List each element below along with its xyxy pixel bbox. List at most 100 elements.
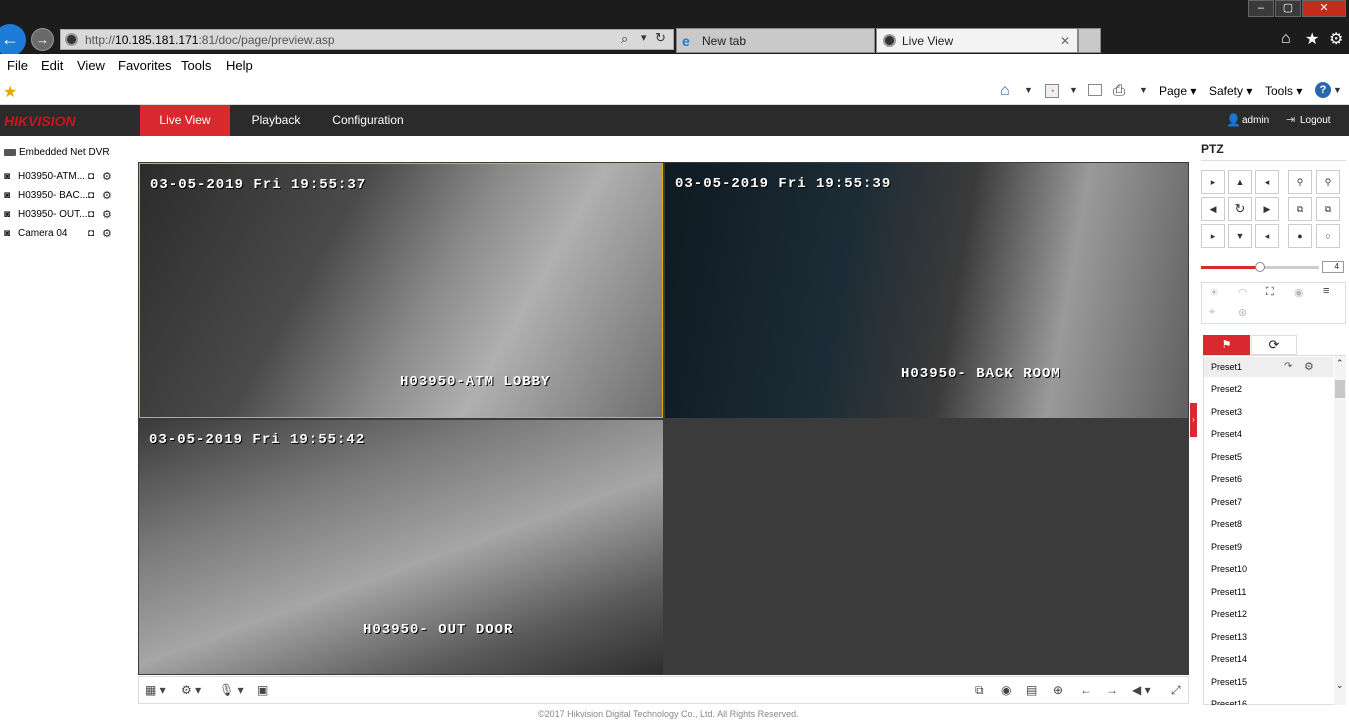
menu-view[interactable]: View (77, 58, 105, 73)
preset-item[interactable]: Preset8 (1211, 519, 1242, 529)
focus-3d-icon[interactable]: ⛶ (1266, 286, 1274, 299)
scroll-thumb[interactable] (1335, 380, 1345, 398)
capture-icon[interactable]: ◉ (1001, 683, 1011, 697)
stop-all-icon[interactable]: ⧉ (975, 683, 984, 698)
record-icon[interactable]: ◘ (88, 209, 94, 220)
menu-favorites[interactable]: Favorites (118, 58, 171, 73)
dropdown-icon[interactable]: ▾ (641, 31, 647, 44)
record-icon[interactable]: ◘ (88, 190, 94, 201)
camera-item[interactable]: H03950-ATM... (18, 171, 85, 182)
preset-item[interactable]: Preset7 (1211, 497, 1242, 507)
menu-help[interactable]: Help (226, 58, 253, 73)
zoom-icon[interactable]: ⊕ (1053, 683, 1063, 697)
ptz-icon[interactable]: ⚙ (102, 227, 112, 240)
next-page-icon[interactable]: → (1106, 683, 1118, 697)
favorites-star-icon[interactable]: ★ (3, 82, 17, 102)
ptz-speed-track[interactable] (1201, 262, 1319, 272)
dropdown-icon[interactable]: ▼ (1139, 85, 1148, 95)
ptz-left[interactable]: ◀ (1201, 197, 1225, 221)
print-icon[interactable]: ⎙ (1113, 82, 1125, 99)
tab-live-view[interactable]: Live View ✕ (876, 28, 1078, 53)
goto-preset-icon[interactable]: ↷ (1284, 361, 1292, 372)
preset-item[interactable]: Preset14 (1211, 654, 1247, 664)
lens-init-icon[interactable]: ◉ (1294, 286, 1304, 299)
fullscreen-icon[interactable]: ⤢ (1171, 683, 1181, 698)
nav-configuration[interactable]: Configuration (322, 105, 414, 136)
tree-root[interactable]: Embedded Net DVR (19, 147, 110, 158)
dropdown-icon[interactable]: ▼ (1024, 85, 1033, 95)
stream-icon[interactable]: ⚙ ▾ (181, 683, 201, 697)
ptz-right[interactable]: ▶ (1255, 197, 1279, 221)
set-preset-icon[interactable]: ⚙ (1304, 360, 1314, 373)
nav-playback[interactable]: Playback (236, 105, 316, 136)
preset-item[interactable]: Preset9 (1211, 542, 1242, 552)
maximize-button[interactable]: ▢ (1275, 0, 1301, 17)
tools-menu[interactable]: Tools ▾ (1265, 84, 1302, 98)
preset-tab-flag-icon[interactable]: ⚑ (1203, 335, 1250, 355)
ptz-up-left[interactable]: ▸ (1201, 170, 1225, 194)
preset-item[interactable]: Preset15 (1211, 677, 1247, 687)
ptz-auto-icon[interactable]: ↻ (1228, 197, 1252, 221)
manual-track-icon[interactable]: ⌖ (1209, 306, 1215, 319)
preset-item[interactable]: Preset16 (1211, 699, 1247, 705)
record-icon[interactable]: ◘ (88, 171, 94, 182)
video-cell-3[interactable]: 03-05-2019 Fri 19:55:42 H03950- OUT DOOR (139, 420, 663, 674)
dropdown-icon[interactable]: ▼ (1069, 85, 1078, 95)
star-icon[interactable]: ★ (1305, 29, 1319, 49)
help-icon[interactable]: ? (1315, 82, 1331, 98)
ptz-down[interactable]: ▼ (1228, 224, 1252, 248)
ptz-up-right[interactable]: ◂ (1255, 170, 1279, 194)
ptz-icon[interactable]: ⚙ (102, 189, 112, 202)
preset-item[interactable]: Preset3 (1211, 407, 1242, 417)
volume-icon[interactable]: ◀ ▾ (1132, 683, 1151, 697)
safety-menu[interactable]: Safety ▾ (1209, 84, 1252, 98)
zoom-3d-icon[interactable]: ⊛ (1238, 306, 1247, 319)
rss-icon[interactable]: ◔ (1045, 84, 1059, 98)
scroll-up-icon[interactable]: ⌃ (1336, 358, 1344, 369)
light-icon[interactable]: ☀ (1209, 286, 1219, 299)
camera-item[interactable]: H03950- OUT... (18, 209, 87, 220)
preset-item[interactable]: Preset1 (1211, 362, 1242, 372)
logout-icon[interactable]: ⇥ (1286, 113, 1295, 126)
collapse-ptz-handle[interactable]: › (1190, 403, 1197, 437)
video-cell-1[interactable]: 03-05-2019 Fri 19:55:37 H03950-ATM LOBBY (139, 163, 663, 418)
preset-item[interactable]: Preset13 (1211, 632, 1247, 642)
search-icon[interactable]: ⌕ (621, 31, 628, 47)
layout-icon[interactable]: ▦ ▾ (145, 683, 166, 697)
iris-close-icon[interactable]: ○ (1316, 224, 1340, 248)
preset-item[interactable]: Preset12 (1211, 609, 1247, 619)
ptz-icon[interactable]: ⚙ (102, 208, 112, 221)
address-bar[interactable]: http://10.185.181.171:81/doc/page/previe… (60, 29, 674, 50)
preset-item[interactable]: Preset6 (1211, 474, 1242, 484)
close-window-button[interactable]: ✕ (1302, 0, 1346, 17)
nav-live-view[interactable]: Live View (140, 105, 230, 136)
record-icon[interactable]: ◘ (88, 228, 94, 239)
preset-scrollbar[interactable]: ⌃ ⌄ (1334, 356, 1346, 705)
refresh-icon[interactable]: ↻ (655, 30, 666, 46)
zoom-in-icon[interactable]: ⚲ (1316, 170, 1340, 194)
tab-new-tab[interactable]: e New tab (676, 28, 875, 53)
wiper-icon[interactable]: ◠ (1238, 286, 1248, 299)
tab-close-icon[interactable]: ✕ (1060, 34, 1070, 48)
menu-file[interactable]: File (7, 58, 28, 73)
display-icon[interactable]: ▣ (257, 683, 268, 697)
page-menu[interactable]: Page ▾ (1159, 84, 1196, 98)
video-cell-4[interactable] (665, 420, 1188, 674)
preset-item[interactable]: Preset10 (1211, 564, 1247, 574)
home-icon[interactable]: ⌂ (1000, 82, 1010, 100)
preset-item[interactable]: Preset5 (1211, 452, 1242, 462)
ptz-speed-handle[interactable] (1255, 262, 1265, 272)
video-cell-2[interactable]: 03-05-2019 Fri 19:55:39 H03950- BACK ROO… (665, 163, 1188, 418)
focus-far-icon[interactable]: ⧉ (1316, 197, 1340, 221)
forward-arrow-icon[interactable]: → (31, 28, 54, 51)
minimize-button[interactable]: – (1248, 0, 1274, 17)
focus-near-icon[interactable]: ⧉ (1288, 197, 1312, 221)
camera-item[interactable]: H03950- BAC... (18, 190, 88, 201)
ptz-down-left[interactable]: ▸ (1201, 224, 1225, 248)
menu-tools[interactable]: Tools (181, 58, 211, 73)
record-all-icon[interactable]: ▤ (1026, 683, 1037, 697)
zoom-out-icon[interactable]: ⚲ (1288, 170, 1312, 194)
menu-edit[interactable]: Edit (41, 58, 63, 73)
ptz-down-right[interactable]: ◂ (1255, 224, 1279, 248)
preset-item[interactable]: Preset11 (1211, 587, 1246, 597)
